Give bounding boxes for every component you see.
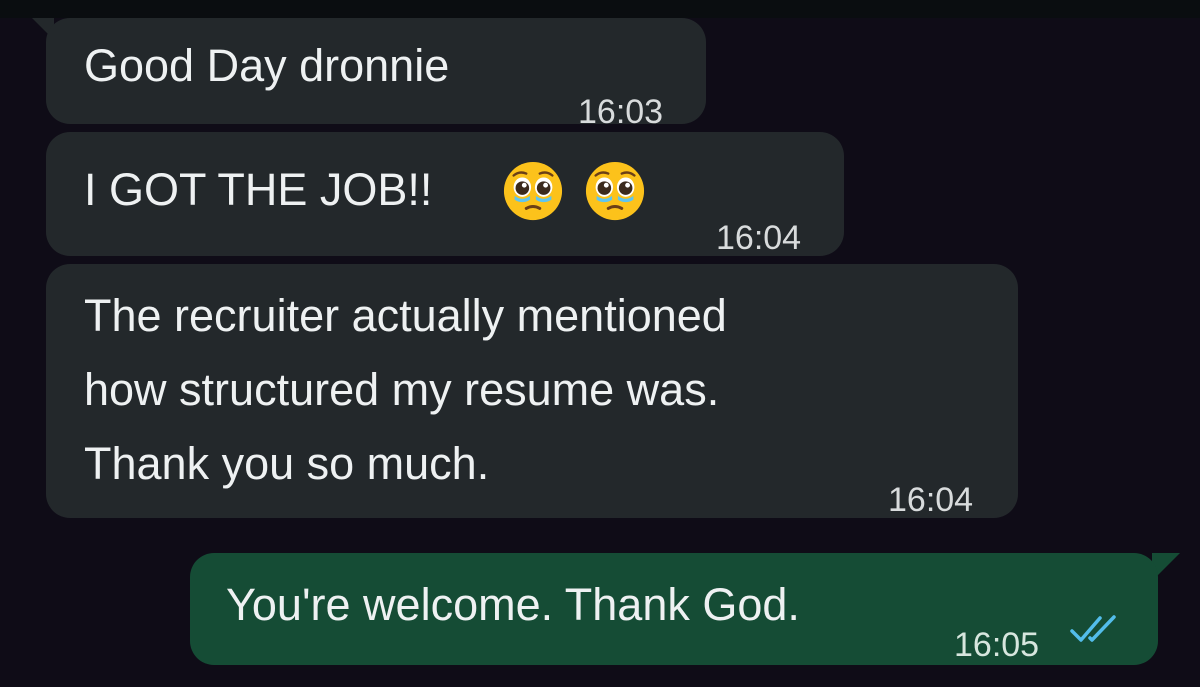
message-text-line: The recruiter actually mentioned	[84, 290, 727, 341]
incoming-message-bubble[interactable]: I GOT THE JOB!! 16:04	[46, 132, 844, 257]
message-timestamp: 16:05	[954, 626, 1040, 664]
message-text-line: how structured my resume was.	[84, 364, 720, 415]
double-check-icon	[1070, 615, 1116, 642]
message-text-line: Thank you so much.	[84, 438, 490, 489]
message-text: You're welcome. Thank God.	[226, 579, 800, 630]
message-text: I GOT THE JOB!!	[84, 164, 433, 215]
pleading-face-emoji-icon	[585, 161, 645, 221]
message-timestamp: 16:04	[888, 481, 974, 519]
pleading-face-emoji-icon	[503, 161, 563, 221]
top-status-strip	[0, 0, 1200, 18]
outgoing-message-bubble[interactable]: You're welcome. Thank God. 16:05	[190, 553, 1158, 665]
incoming-message-bubble[interactable]: The recruiter actually mentioned how str…	[46, 264, 1018, 519]
message-text: Good Day dronnie	[84, 40, 450, 91]
incoming-message-bubble[interactable]: Good Day dronnie 16:03	[46, 18, 706, 131]
